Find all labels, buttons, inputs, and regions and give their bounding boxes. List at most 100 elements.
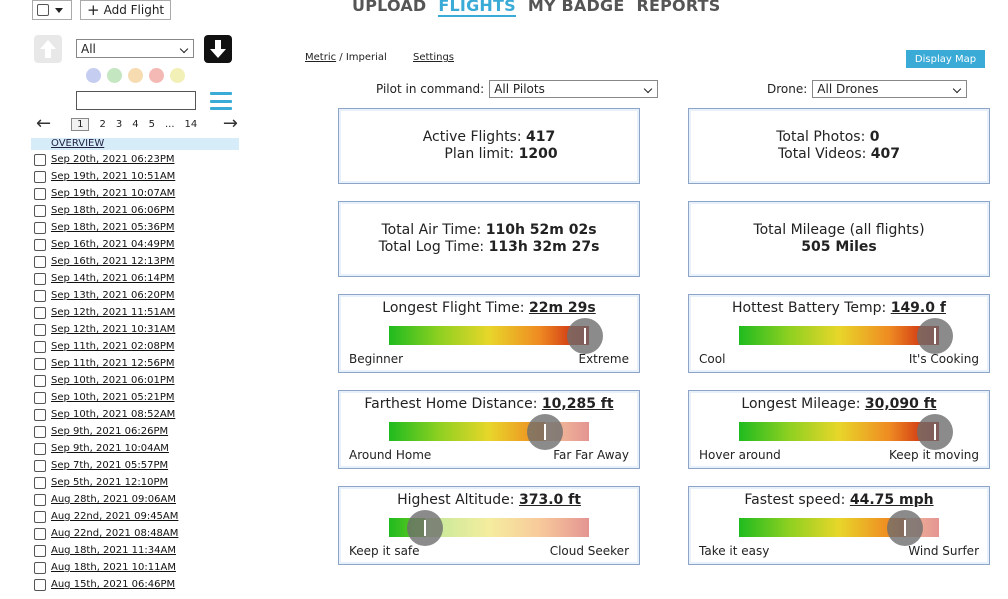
page-link[interactable]: 14	[185, 119, 198, 130]
add-flight-button[interactable]: + Add Flight	[80, 0, 172, 20]
flight-checkbox[interactable]	[34, 527, 46, 540]
prev-page-arrow-icon[interactable]: ←	[36, 115, 51, 133]
gauge-value-link[interactable]: 373.0 ft	[519, 492, 581, 508]
sidebar: + Add Flight All ← 1 2 3 4 5... 14 → OVERVIEW…	[0, 0, 250, 599]
flight-checkbox[interactable]	[34, 578, 46, 591]
flight-link[interactable]: Aug 28th, 2021 09:06AM	[51, 494, 176, 505]
flight-link[interactable]: Aug 22nd, 2021 08:48AM	[51, 528, 178, 539]
page-link[interactable]: 1	[71, 117, 90, 131]
page-link[interactable]: 3	[116, 119, 122, 130]
gauge-bar	[389, 510, 589, 546]
flight-checkbox[interactable]	[34, 238, 46, 251]
tab-my-badge[interactable]: MY BADGE	[528, 0, 625, 17]
flight-link[interactable]: Sep 16th, 2021 04:49PM	[51, 239, 174, 250]
flight-checkbox[interactable]	[34, 323, 46, 336]
flight-link[interactable]: Sep 10th, 2021 06:01PM	[51, 375, 174, 386]
flight-checkbox[interactable]	[34, 153, 46, 166]
scroll-down-button[interactable]	[204, 35, 232, 63]
tab-upload[interactable]: UPLOAD	[352, 0, 426, 17]
flight-link[interactable]: Aug 18th, 2021 11:34AM	[51, 545, 176, 556]
scroll-up-button[interactable]	[34, 35, 62, 63]
flight-checkbox[interactable]	[34, 493, 46, 506]
flight-link[interactable]: Sep 20th, 2021 06:23PM	[51, 154, 174, 165]
imperial-link[interactable]: Imperial	[346, 52, 387, 63]
pilot-select[interactable]: All Pilots	[489, 80, 659, 98]
flight-checkbox[interactable]	[34, 391, 46, 404]
flight-link[interactable]: Sep 12th, 2021 11:51AM	[51, 307, 175, 318]
flight-link[interactable]: Sep 19th, 2021 10:51AM	[51, 171, 175, 182]
unit-toggle: Metric / Imperial	[305, 52, 387, 63]
flight-link[interactable]: Sep 9th, 2021 06:26PM	[51, 426, 168, 437]
gauge-value-link[interactable]: 44.75 mph	[850, 492, 934, 508]
select-all-checkbox[interactable]	[37, 4, 49, 16]
flight-checkbox[interactable]	[34, 442, 46, 455]
flight-filter-select[interactable]: All	[76, 39, 194, 58]
color-filter-dot[interactable]	[149, 68, 164, 83]
menu-icon[interactable]	[210, 92, 232, 110]
flight-link[interactable]: Aug 15th, 2021 06:46PM	[51, 579, 175, 590]
gauge-value-link[interactable]: 30,090 ft	[865, 396, 937, 412]
flight-checkbox[interactable]	[34, 221, 46, 234]
flight-checkbox[interactable]	[34, 357, 46, 370]
flight-checkbox[interactable]	[34, 459, 46, 472]
flight-checkbox[interactable]	[34, 408, 46, 421]
select-all-dropdown[interactable]	[32, 0, 72, 20]
gauge-bar	[739, 318, 953, 354]
flight-checkbox[interactable]	[34, 510, 46, 523]
flight-link[interactable]: Sep 13th, 2021 06:20PM	[51, 290, 174, 301]
display-map-button[interactable]: Display Map	[906, 50, 985, 68]
overview-link[interactable]: OVERVIEW	[31, 138, 239, 150]
flight-checkbox[interactable]	[34, 272, 46, 285]
chevron-down-icon[interactable]	[55, 7, 63, 13]
flight-link[interactable]: Sep 10th, 2021 05:21PM	[51, 392, 174, 403]
gauge-min-label: Take it easy	[699, 544, 770, 558]
flight-checkbox[interactable]	[34, 425, 46, 438]
settings-link[interactable]: Settings	[413, 52, 454, 63]
flight-link[interactable]: Aug 22nd, 2021 09:45AM	[51, 511, 178, 522]
list-item: Sep 14th, 2021 06:14PM	[34, 270, 234, 287]
metric-link[interactable]: Metric	[305, 52, 336, 63]
flight-link[interactable]: Sep 11th, 2021 02:08PM	[51, 341, 174, 352]
flight-checkbox[interactable]	[34, 561, 46, 574]
flight-link[interactable]: Sep 18th, 2021 06:06PM	[51, 205, 174, 216]
page-link[interactable]: 2	[99, 119, 105, 130]
tab-reports[interactable]: REPORTS	[636, 0, 720, 17]
flight-link[interactable]: Sep 10th, 2021 08:52AM	[51, 409, 175, 420]
flight-link[interactable]: Sep 12th, 2021 10:31AM	[51, 324, 175, 335]
page-link[interactable]: 4	[132, 119, 138, 130]
flight-checkbox[interactable]	[34, 255, 46, 268]
color-filter-dot[interactable]	[170, 68, 185, 83]
next-page-arrow-icon[interactable]: →	[223, 115, 238, 133]
pagination: ← 1 2 3 4 5... 14 →	[36, 115, 238, 133]
flight-link[interactable]: Sep 9th, 2021 10:04AM	[51, 443, 169, 454]
drone-select[interactable]: All Drones	[812, 80, 968, 98]
flight-checkbox[interactable]	[34, 340, 46, 353]
flight-checkbox[interactable]	[34, 204, 46, 217]
flight-checkbox[interactable]	[34, 170, 46, 183]
gauge-value-link[interactable]: 149.0 f	[891, 300, 946, 316]
color-filter-dot[interactable]	[107, 68, 122, 83]
gauge-value-link[interactable]: 10,285 ft	[542, 396, 614, 412]
gauge-card: Highest Altitude: 373.0 ft Keep it safe Cl…	[338, 486, 640, 565]
flight-checkbox[interactable]	[34, 476, 46, 489]
color-filter-dot[interactable]	[128, 68, 143, 83]
flight-link[interactable]: Aug 18th, 2021 10:11AM	[51, 562, 176, 573]
page-link[interactable]: 5	[149, 119, 155, 130]
flight-checkbox[interactable]	[34, 544, 46, 557]
flight-search-input[interactable]	[76, 91, 196, 110]
tab-flights[interactable]: FLIGHTS	[438, 0, 516, 17]
flight-checkbox[interactable]	[34, 289, 46, 302]
gauge-value-link[interactable]: 22m 29s	[529, 300, 596, 316]
flight-checkbox[interactable]	[34, 374, 46, 387]
flight-link[interactable]: Sep 7th, 2021 05:57PM	[51, 460, 168, 471]
flight-link[interactable]: Sep 11th, 2021 12:56PM	[51, 358, 174, 369]
flight-link[interactable]: Sep 5th, 2021 12:10PM	[51, 477, 168, 488]
flight-link[interactable]: Sep 18th, 2021 05:36PM	[51, 222, 174, 233]
color-filter-dot[interactable]	[86, 68, 101, 83]
gauge-track	[739, 326, 939, 345]
flight-link[interactable]: Sep 16th, 2021 12:13PM	[51, 256, 174, 267]
flight-checkbox[interactable]	[34, 306, 46, 319]
flight-link[interactable]: Sep 14th, 2021 06:14PM	[51, 273, 174, 284]
flight-checkbox[interactable]	[34, 187, 46, 200]
flight-link[interactable]: Sep 19th, 2021 10:07AM	[51, 188, 175, 199]
